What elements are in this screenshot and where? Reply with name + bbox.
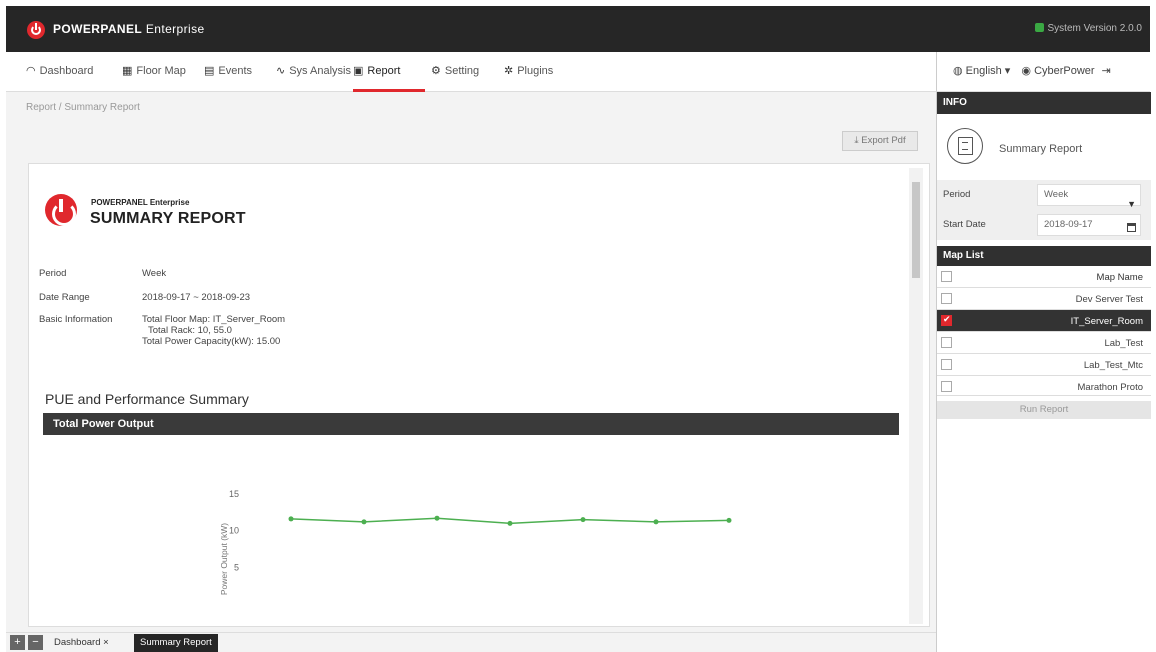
- map-row[interactable]: Marathon Proto: [937, 376, 1151, 396]
- data-point[interactable]: [361, 519, 367, 525]
- calendar-icon[interactable]: [1127, 223, 1136, 232]
- remove-tab-icon[interactable]: −: [28, 635, 43, 650]
- run-report-button[interactable]: Run Report: [937, 401, 1151, 419]
- data-point[interactable]: [726, 517, 732, 523]
- y-tick-label: 5: [234, 562, 239, 572]
- start-date-row: Start Date 2018-09-17: [937, 210, 1151, 240]
- field-value: Total Floor Map: IT_Server_Room: [142, 314, 286, 325]
- data-point[interactable]: [434, 515, 440, 521]
- section-title: PUE and Performance Summary: [45, 391, 249, 407]
- tab-summary-report[interactable]: Summary Report: [134, 634, 218, 652]
- period-row: Period Week ▼: [937, 180, 1151, 210]
- system-version: System Version 2.0.0: [1034, 23, 1142, 34]
- map-row[interactable]: Lab_Test_Mtc: [937, 354, 1151, 376]
- data-point[interactable]: [507, 520, 513, 526]
- active-tab-indicator: [353, 89, 425, 92]
- gear-icon: ⚙: [431, 65, 441, 77]
- report-logo-icon: [45, 194, 77, 226]
- map-checkbox[interactable]: [941, 314, 952, 326]
- scrollbar-thumb[interactable]: [912, 182, 920, 278]
- user-icon: ◉: [1021, 65, 1031, 77]
- map-list-header: Map List: [937, 246, 1151, 266]
- nav-report[interactable]: ▣ Report: [353, 64, 400, 77]
- field-value: 2018-09-17 ~ 2018-09-23: [142, 292, 251, 303]
- data-point[interactable]: [288, 516, 294, 522]
- user-menu[interactable]: CyberPower: [1034, 65, 1095, 77]
- info-header: INFO: [937, 92, 1151, 114]
- globe-icon: ◍: [953, 65, 963, 77]
- analysis-icon: ∿: [276, 65, 286, 77]
- report-icon: [947, 128, 983, 164]
- y-axis-label: Power Output (kW): [219, 523, 229, 595]
- power-output-chart: 15 10 5 Power Output (kW): [219, 489, 732, 595]
- report-brand: POWERPANEL Enterprise: [91, 198, 190, 207]
- map-checkbox[interactable]: [941, 293, 952, 304]
- map-row[interactable]: Lab_Test: [937, 332, 1151, 354]
- user-nav: ◍ English ▾ ◉ CyberPower ⇥: [936, 52, 1150, 92]
- map-icon: ▦: [122, 65, 133, 77]
- info-panel: INFO Summary Report Period Week ▼ Start …: [936, 92, 1151, 652]
- field-value: Total Rack: 10, 55.0: [148, 325, 232, 336]
- app-window: POWERPANEL Enterprise System Version 2.0…: [6, 6, 1151, 652]
- data-point[interactable]: [653, 519, 659, 525]
- nav-sys-analysis[interactable]: ∿ Sys Analysis: [276, 64, 351, 77]
- y-tick-label: 10: [229, 526, 239, 536]
- section-header: Total Power Output: [43, 413, 899, 435]
- gauge-icon: ◠: [26, 65, 36, 77]
- top-bar: POWERPANEL Enterprise System Version 2.0…: [6, 6, 1150, 52]
- plugin-icon: ✲: [504, 65, 514, 77]
- start-date-input[interactable]: 2018-09-17: [1037, 214, 1141, 236]
- field-label: Date Range: [39, 292, 90, 303]
- language-select[interactable]: ◍ English ▾ ◉ CyberPower ⇥: [953, 64, 1111, 77]
- tab-dashboard[interactable]: Dashboard ×: [48, 634, 115, 652]
- breadcrumb[interactable]: Report / Summary Report: [26, 102, 140, 113]
- status-icon: [1034, 23, 1044, 32]
- field-value: Week: [142, 268, 167, 279]
- map-checkbox[interactable]: [941, 359, 952, 370]
- power-logo-icon: [27, 21, 45, 39]
- bottom-tab-bar: + − Dashboard × Summary Report: [6, 632, 936, 652]
- nav-setting[interactable]: ⚙ Setting: [431, 64, 479, 77]
- map-list-header-row: Map Name: [937, 266, 1151, 288]
- map-row[interactable]: IT_Server_Room: [937, 310, 1151, 332]
- logout-icon[interactable]: ⇥: [1102, 65, 1111, 77]
- brand-title: POWERPANEL Enterprise: [53, 22, 205, 36]
- add-tab-icon[interactable]: +: [10, 635, 25, 650]
- report-preview: POWERPANEL Enterprise SUMMARY REPORT Per…: [28, 163, 930, 627]
- period-label: Period: [943, 189, 971, 200]
- field-value: Total Power Capacity(kW): 15.00: [142, 336, 281, 347]
- download-icon: ⤓: [854, 135, 859, 146]
- field-label: Period: [39, 268, 67, 279]
- data-point[interactable]: [580, 517, 586, 523]
- nav-events[interactable]: ▤ Events: [204, 64, 252, 77]
- field-label: Basic Information: [39, 314, 113, 325]
- period-select[interactable]: Week ▼: [1037, 184, 1141, 209]
- nav-plugins[interactable]: ✲ Plugins: [504, 64, 553, 77]
- nav-floor-map[interactable]: ▦ Floor Map: [122, 64, 186, 77]
- report-title: SUMMARY REPORT: [90, 210, 246, 227]
- events-icon: ▤: [204, 65, 215, 77]
- map-row[interactable]: Dev Server Test: [937, 288, 1151, 310]
- select-all-checkbox[interactable]: [941, 271, 952, 282]
- map-checkbox[interactable]: [941, 337, 952, 348]
- report-name: Summary Report: [999, 143, 1083, 155]
- export-pdf-button[interactable]: ⤓ Export Pdf: [842, 131, 918, 151]
- main-nav: ◠ Dashboard ▦ Floor Map ▤ Events ∿ Sys Analy…: [6, 52, 936, 92]
- report-icon: ▣: [353, 65, 364, 77]
- y-tick-label: 15: [229, 489, 239, 499]
- start-date-label: Start Date: [943, 219, 986, 230]
- nav-dashboard[interactable]: ◠ Dashboard: [26, 64, 93, 77]
- map-checkbox[interactable]: [941, 381, 952, 392]
